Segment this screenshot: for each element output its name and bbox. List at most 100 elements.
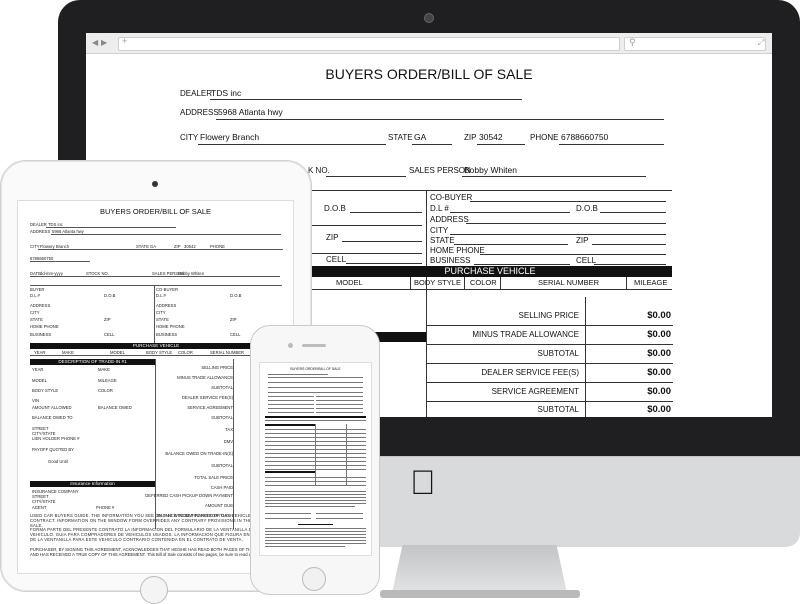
ipad-home-button[interactable] (140, 576, 168, 604)
buyer-zip-label: ZIP (326, 233, 339, 242)
price-row: MINUS TRADE ALLOWANCE $0.00 (427, 325, 673, 345)
cobuyer-cell-label: CELL (576, 256, 597, 265)
stock-line (326, 176, 406, 177)
tablet-cob-business-label: BUSINESS (156, 332, 178, 337)
price-label: SUBTOTAL (537, 349, 580, 358)
tablet-price-label: TOTAL SALE PRICE (194, 475, 233, 480)
tablet-price-label: AMOUNT DUE (204, 503, 233, 508)
price-label: MINUS TRADE ALLOWANCE (472, 330, 579, 339)
tablet-trade-row: MILEAGE (98, 378, 117, 383)
cobuyer-city-line (450, 234, 666, 235)
ipad-camera (152, 181, 158, 187)
dealer-label: DEALER (180, 89, 213, 98)
new-tab-icon[interactable]: + (122, 36, 127, 46)
buyer-cell-line (346, 263, 422, 264)
address-label: ADDRESS (180, 108, 219, 117)
tablet-trade-row: BODY STYLE (32, 388, 59, 393)
purchase-vehicle-header: PURCHASE VEHICLE (308, 266, 672, 277)
city-value[interactable]: Flowery Branch (200, 132, 259, 142)
price-value[interactable]: $0.00 (647, 386, 671, 397)
col-serial-number: SERIAL NUMBER (538, 278, 599, 287)
cobuyer-label: CO-BUYER (430, 193, 473, 202)
phone-value[interactable]: 6788660750 (561, 132, 608, 142)
dealer-value[interactable]: TDS inc (211, 88, 241, 98)
state-label: STATE (388, 133, 413, 142)
zip-label: ZIP (464, 133, 477, 142)
tablet-trade-row: YEAR (32, 367, 44, 372)
price-value[interactable]: $0.00 (647, 348, 671, 359)
browser-search-input[interactable]: ⚲ (624, 37, 766, 51)
tablet-cob-address-label: ADDRESS (156, 303, 177, 308)
zip-value[interactable]: 30542 (479, 132, 503, 142)
salesperson-value[interactable]: Bobby Whiten (464, 165, 517, 175)
price-row: SERVICE AGREEMENT $0.00 (427, 382, 673, 402)
cobuyer-dob-label: D.O.B (576, 204, 598, 213)
tablet-cob-cell-label: CELL (230, 332, 241, 337)
cobuyer-dob-line (600, 212, 666, 213)
iphone-camera (288, 343, 293, 348)
imac-stand (392, 545, 567, 593)
phone-title: BUYERS ORDER/BILL OF SALE (290, 367, 341, 371)
price-label: SELLING PRICE (518, 311, 579, 320)
tablet-ins-phone: PHONE # (96, 505, 115, 510)
zip-line (477, 144, 525, 145)
tablet-ins-row: AGENT (32, 505, 47, 510)
tablet-title: BUYERS ORDER/BILL OF SALE (99, 207, 211, 216)
tablet-trade-row: COLOR (98, 388, 113, 393)
iphone-screen: BUYERS ORDER/BILL OF SALE (259, 362, 372, 556)
address-bar[interactable]: + (118, 36, 620, 51)
cobuyer-city-label: CITY (430, 226, 449, 235)
tablet-cob-city-label: CITY (156, 310, 166, 315)
cobuyer-line (470, 201, 666, 202)
price-value[interactable]: $0.00 (647, 329, 671, 340)
apple-logo-icon:  (410, 466, 436, 500)
buyer-line-5 (310, 253, 422, 254)
tablet-price-label: CASH PAID (210, 485, 233, 490)
price-label: SERVICE AGREEMENT (491, 387, 579, 396)
tablet-price-label: DEFERRED CASH PICKUP DOWN PAYMENT (145, 493, 233, 498)
buyer-dob-line (350, 212, 422, 213)
expand-icon[interactable]: ⤢ (758, 38, 764, 48)
tablet-zip2-label: ZIP (104, 317, 111, 322)
tablet-state2-label: STATE (30, 317, 43, 322)
tablet-trade-row: MAKE (98, 367, 110, 372)
tablet-trade-in-bar: DESCRIPTION OF TRADE-IN #1 (30, 359, 155, 365)
price-label: SUBTOTAL (537, 405, 580, 414)
forward-icon[interactable]: ▶ (101, 38, 107, 47)
address-value[interactable]: 5968 Atlanta hwy (218, 107, 283, 117)
cobuyer-homephone-line (480, 254, 666, 255)
buyer-line-3 (310, 225, 422, 226)
cobuyer-state-label: STATE (430, 236, 455, 245)
iphone-speaker (302, 344, 326, 347)
stock-label: K NO. (308, 166, 330, 175)
cobuyer-dl-line (450, 212, 570, 213)
tablet-address-label: ADDRESS (30, 229, 51, 234)
document-title: BUYERS ORDER/BILL OF SALE (325, 66, 533, 82)
price-row: SUBTOTAL $0.00 (427, 401, 673, 417)
tablet-address2-label: ADDRESS (30, 303, 51, 308)
back-icon[interactable]: ◀ (92, 38, 98, 47)
col-mileage: MILEAGE (634, 278, 668, 287)
browser-toolbar: ◀ ▶ + ⚲ ⤢ (86, 33, 772, 54)
tablet-trade-row: AMOUNT ALLOWED (32, 405, 72, 410)
tablet-trade-row: VIN (32, 398, 39, 403)
salesperson-line (462, 176, 646, 177)
price-row: SELLING PRICE $0.00 (427, 306, 673, 326)
iphone-home-button[interactable] (302, 567, 326, 591)
cobuyer-address-label: ADDRESS (430, 215, 469, 224)
tablet-trade-row: LIEN HOLDER PHONE # (32, 436, 80, 441)
tablet-cobuyer-label: CO-BUYER (156, 287, 179, 292)
address-line (216, 119, 664, 120)
tablet-price-label: SERVICE AGREEMENT (187, 405, 233, 410)
tablet-price-label: DMV (223, 439, 233, 444)
buyer-dob-label: D.O.B (324, 204, 346, 213)
price-value[interactable]: $0.00 (647, 367, 671, 378)
cobuyer-homephone-label: HOME PHONE (430, 246, 485, 255)
cobuyer-cell-line (594, 264, 666, 265)
state-value[interactable]: GA (414, 132, 426, 142)
tablet-trade-row: BALANCE OWED (98, 405, 132, 410)
price-value[interactable]: $0.00 (647, 404, 671, 415)
price-value[interactable]: $0.00 (647, 310, 671, 321)
tablet-ins-row: CITY/STATE (32, 499, 56, 504)
tablet-trade-row: BALANCE OWED TO (32, 415, 73, 420)
